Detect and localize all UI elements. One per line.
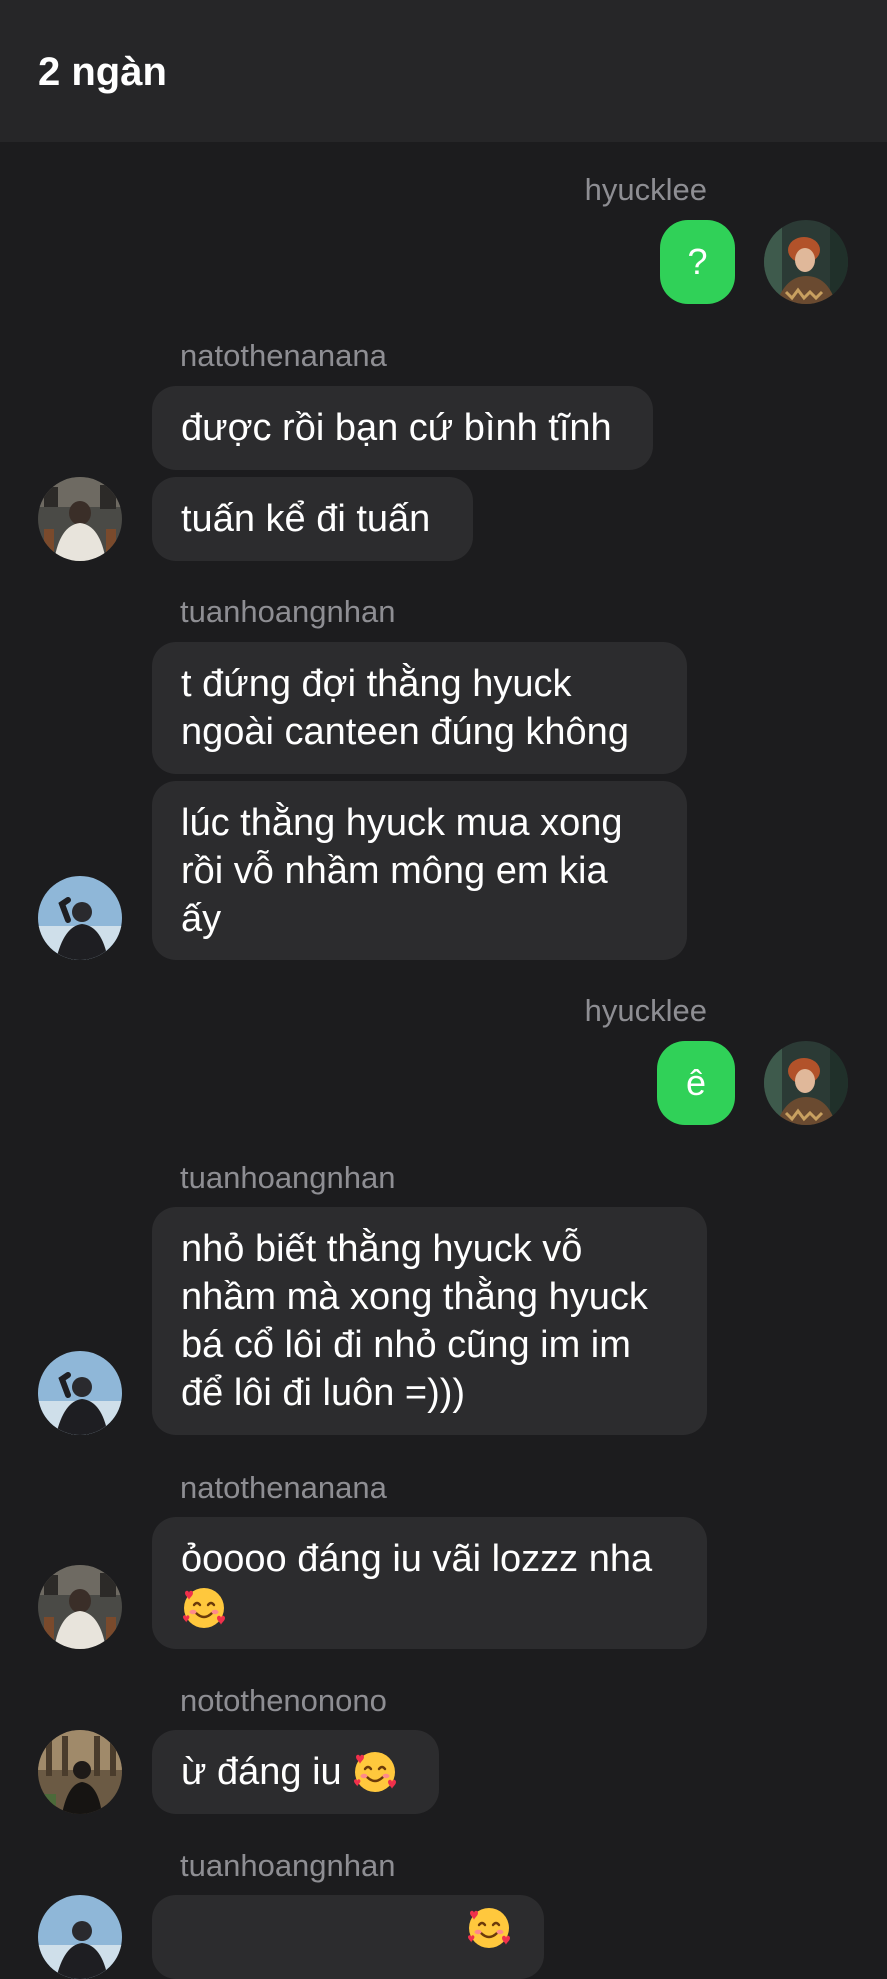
incoming-message-bubble[interactable]: ừ đáng iu <box>152 1730 439 1814</box>
message-text: lúc thằng hyuck mua xong rồi vỗ nhầm môn… <box>181 799 623 943</box>
incoming-message-bubble[interactable]: lúc thằng hyuck mua xong rồi vỗ nhầm môn… <box>152 781 687 960</box>
smiling-face-with-hearts-icon <box>352 1750 397 1794</box>
message-line: lúc thằng hyuck mua xong <box>181 801 623 844</box>
avatar-tuanhoangnhan[interactable] <box>38 876 122 960</box>
sender-name: notothenonono <box>180 1683 387 1718</box>
incoming-message-bubble[interactable]: ỏoooo đáng iu vãi lozzz nha <box>152 1517 707 1649</box>
avatar-hyucklee[interactable] <box>764 1041 848 1125</box>
message-line: ngoài canteen đúng không <box>181 711 629 753</box>
avatar-tuanhoangnhan[interactable] <box>38 1351 122 1435</box>
sender-name: natothenanana <box>180 1470 387 1505</box>
sender-name: hyucklee <box>584 172 707 207</box>
message-text: t đứng đợi thằng hyuck ngoài canteen đún… <box>181 660 629 756</box>
incoming-message-bubble[interactable]: t đứng đợi thằng hyuck ngoài canteen đún… <box>152 642 687 774</box>
message-line: để lôi đi luôn =))) <box>181 1372 466 1414</box>
smiling-face-with-hearts-icon <box>181 1587 227 1630</box>
avatar-natothenanana[interactable] <box>38 477 122 561</box>
avatar-hyucklee[interactable] <box>764 220 848 304</box>
emoji-icon <box>466 1906 512 1950</box>
message-text: ê <box>685 1062 707 1103</box>
sender-name: tuanhoangnhan <box>180 594 396 629</box>
incoming-message-bubble[interactable]: tuấn kể đi tuấn <box>152 477 473 561</box>
avatar-natothenanana[interactable] <box>38 1565 122 1649</box>
message-line: nhỏ biết thằng hyuck vỗ <box>181 1228 583 1270</box>
incoming-message-bubble[interactable] <box>152 1895 544 1979</box>
outgoing-message-bubble[interactable]: ? <box>660 220 735 304</box>
outgoing-message-bubble[interactable]: ê <box>657 1041 735 1125</box>
message-text: được rồi bạn cứ bình tĩnh <box>181 407 612 449</box>
message-line: rồi vỗ nhầm mông em kia <box>181 849 608 892</box>
message-text: ỏoooo đáng iu vãi lozzz nha <box>181 1535 652 1632</box>
avatar-tuanhoangnhan[interactable] <box>38 1895 122 1979</box>
incoming-message-bubble[interactable]: được rồi bạn cứ bình tĩnh <box>152 386 653 470</box>
chat-header: 2 ngàn <box>0 0 887 142</box>
sender-name: natothenanana <box>180 338 387 373</box>
chat-title[interactable]: 2 ngàn <box>38 48 167 96</box>
sender-name: hyucklee <box>584 993 707 1028</box>
message-line: bá cổ lôi đi nhỏ cũng im im <box>181 1324 631 1366</box>
incoming-message-bubble[interactable]: nhỏ biết thằng hyuck vỗ nhầm mà xong thằ… <box>152 1207 707 1435</box>
message-line: ỏoooo đáng iu vãi lozzz nha <box>181 1537 653 1580</box>
avatar-notothenonono[interactable] <box>38 1730 122 1814</box>
message-text: tuấn kể đi tuấn <box>181 498 431 540</box>
message-text: ừ đáng iu <box>181 1751 342 1793</box>
message-line: ấy <box>181 897 222 940</box>
message-line: nhầm mà xong thằng hyuck <box>181 1276 648 1318</box>
sender-name: tuanhoangnhan <box>180 1848 396 1883</box>
message-text: ? <box>687 241 708 282</box>
sender-name: tuanhoangnhan <box>180 1160 396 1195</box>
message-line: t đứng đợi thằng hyuck <box>181 663 572 705</box>
message-text: nhỏ biết thằng hyuck vỗ nhầm mà xong thằ… <box>181 1225 648 1417</box>
